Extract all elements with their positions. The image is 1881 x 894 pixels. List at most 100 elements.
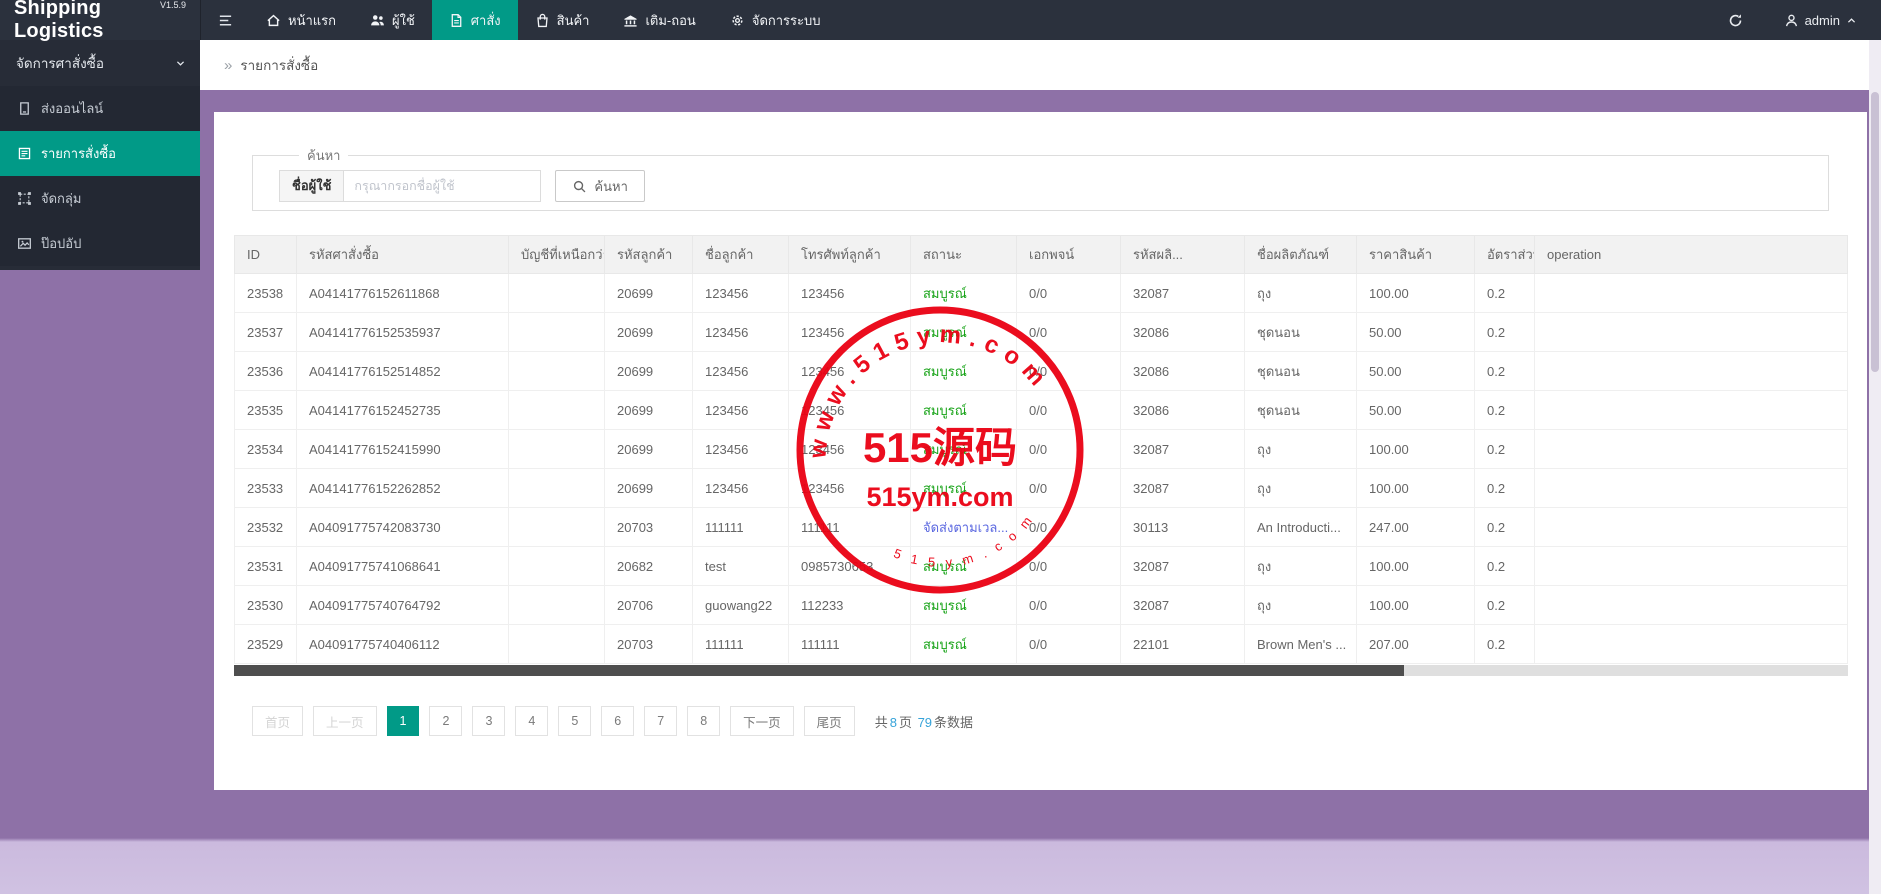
table-row: 23535 A04141776152452735 20699 123456 12… [235,391,1848,430]
horizontal-scrollbar[interactable] [234,665,1848,676]
cell-parent-account [509,586,605,625]
cell-singular: 0/0 [1017,469,1121,508]
pagination-summary: 共8页 79条数据 [875,712,973,731]
table-row: 23531 A04091775741068641 20682 test 0985… [235,547,1848,586]
cell-order-code: A04141776152535937 [297,313,509,352]
cell-parent-account [509,625,605,664]
hamburger-icon [218,13,233,28]
cell-singular: 0/0 [1017,391,1121,430]
cell-status: สมบูรณ์ [911,274,1017,313]
bank-icon [623,13,638,28]
cell-ratio: 0.2 [1475,430,1535,469]
cell-product-name: ถุง [1245,547,1357,586]
sidebar-item[interactable]: ป๊อปอัป [0,221,200,266]
vertical-scrollbar[interactable] [1869,40,1881,894]
page-number-button[interactable]: 2 [429,706,462,736]
page-prev-button[interactable]: 上一页 [313,706,377,736]
page-number-button[interactable]: 3 [472,706,505,736]
cell-order-code: A04141776152452735 [297,391,509,430]
user-menu[interactable]: admin [1768,0,1881,40]
horizontal-scrollbar-thumb[interactable] [234,665,1404,676]
cell-status: สมบูรณ์ [911,625,1017,664]
page-number-button[interactable]: 7 [644,706,677,736]
topnav-item[interactable]: สินค้า [518,0,607,40]
cell-status: จัดส่งตามเวล... [911,508,1017,547]
refresh-button[interactable] [1704,0,1768,40]
column-header: บัญชีที่เหนือกว่า [509,236,605,274]
topbar-right: admin [1704,0,1881,40]
cell-order-code: A04141776152514852 [297,352,509,391]
sidebar-item[interactable]: จัดกลุ่ม [0,176,200,221]
status-badge: สมบูรณ์ [923,637,967,652]
cell-customer-name: 123456 [693,430,789,469]
cell-price: 100.00 [1357,274,1475,313]
cell-order-code: A04091775740406112 [297,625,509,664]
cell-operation [1535,313,1848,352]
topnav-item[interactable]: ผู้ใช้ [353,0,432,40]
table-row: 23537 A04141776152535937 20699 123456 12… [235,313,1848,352]
cell-status: สมบูรณ์ [911,469,1017,508]
cell-product-name: ถุง [1245,274,1357,313]
cell-ratio: 0.2 [1475,547,1535,586]
cell-product-code: 32087 [1121,586,1245,625]
topnav-item[interactable]: จัดการระบบ [713,0,838,40]
cell-operation [1535,508,1848,547]
page-number-button[interactable]: 5 [558,706,591,736]
user-icon [1784,13,1799,28]
table-row: 23532 A04091775742083730 20703 111111 11… [235,508,1848,547]
cell-customer-name: 111111 [693,625,789,664]
search-button[interactable]: ค้นหา [555,170,644,202]
page-first-button[interactable]: 首页 [252,706,303,736]
cell-operation [1535,625,1848,664]
cell-price: 247.00 [1357,508,1475,547]
cell-parent-account [509,469,605,508]
table-row: 23536 A04141776152514852 20699 123456 12… [235,352,1848,391]
page-number-button[interactable]: 1 [387,706,420,736]
cell-customer-phone: 123456 [789,469,911,508]
gears-icon [730,13,745,28]
search-legend: ค้นหา [299,145,348,166]
cell-product-code: 32086 [1121,352,1245,391]
column-header: operation [1535,236,1848,274]
page-number-button[interactable]: 6 [601,706,634,736]
top-navigation: หน้าแรก ผู้ใช้ ศาสั่ง สินค้า [249,0,838,40]
cell-product-name: An Introducti... [1245,508,1357,547]
sidebar-item[interactable]: รายการสั่งซื้อ [0,131,200,176]
table-row: 23529 A04091775740406112 20703 111111 11… [235,625,1848,664]
cell-product-code: 30113 [1121,508,1245,547]
column-header: อัตราส่วนคอ: [1475,236,1535,274]
cell-product-code: 32087 [1121,547,1245,586]
sidebar-group-header[interactable]: จัดการศาสั่งซื้อ [0,40,200,86]
cell-ratio: 0.2 [1475,391,1535,430]
vertical-scrollbar-thumb[interactable] [1871,92,1879,372]
topnav-item[interactable]: เติม-ถอน [606,0,712,40]
menu-toggle-button[interactable] [201,0,249,40]
page-next-button[interactable]: 下一页 [730,706,794,736]
cell-status: สมบูรณ์ [911,586,1017,625]
cell-status: สมบูรณ์ [911,430,1017,469]
cell-customer-code: 20699 [605,313,693,352]
users-icon [370,13,385,28]
topnav-item[interactable]: หน้าแรก [249,0,353,40]
cell-product-name: ชุดนอน [1245,313,1357,352]
status-badge: จัดส่งตามเวล... [923,520,1008,535]
cell-operation [1535,274,1848,313]
cell-operation [1535,391,1848,430]
username-input[interactable] [343,170,541,202]
group-icon [17,191,32,206]
cell-operation [1535,586,1848,625]
cell-order-code: A04141776152262852 [297,469,509,508]
cell-product-code: 32086 [1121,391,1245,430]
column-header: สถานะ [911,236,1017,274]
products-icon [535,13,550,28]
cell-product-name: ถุง [1245,469,1357,508]
column-header: รหัสผลิ... [1121,236,1245,274]
sidebar-item[interactable]: ส่งออนไลน์ [0,86,200,131]
page-last-button[interactable]: 尾页 [804,706,855,736]
page-number-button[interactable]: 8 [687,706,720,736]
page-number-button[interactable]: 4 [515,706,548,736]
cell-order-code: A04091775742083730 [297,508,509,547]
topnav-item[interactable]: ศาสั่ง [432,0,518,40]
status-badge: สมบูรณ์ [923,598,967,613]
table-row: 23533 A04141776152262852 20699 123456 12… [235,469,1848,508]
